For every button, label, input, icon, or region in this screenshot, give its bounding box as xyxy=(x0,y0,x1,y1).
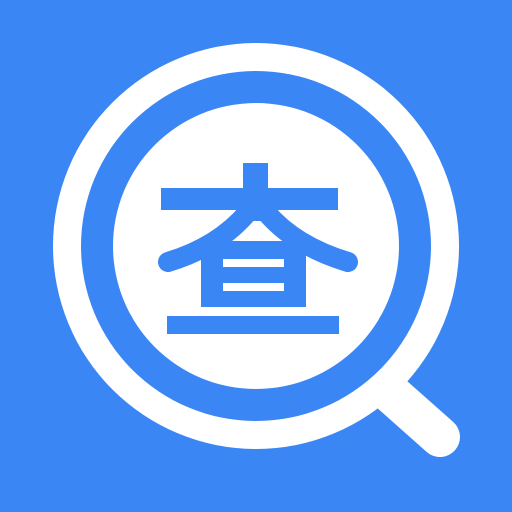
glyph-box-top xyxy=(201,241,306,259)
glyph-box-middle xyxy=(212,267,296,283)
magnifier-search-icon xyxy=(0,0,512,512)
glyph-box-bottom xyxy=(201,291,306,307)
app-icon[interactable]: 查 xyxy=(0,0,512,512)
glyph-base-line xyxy=(167,316,339,334)
